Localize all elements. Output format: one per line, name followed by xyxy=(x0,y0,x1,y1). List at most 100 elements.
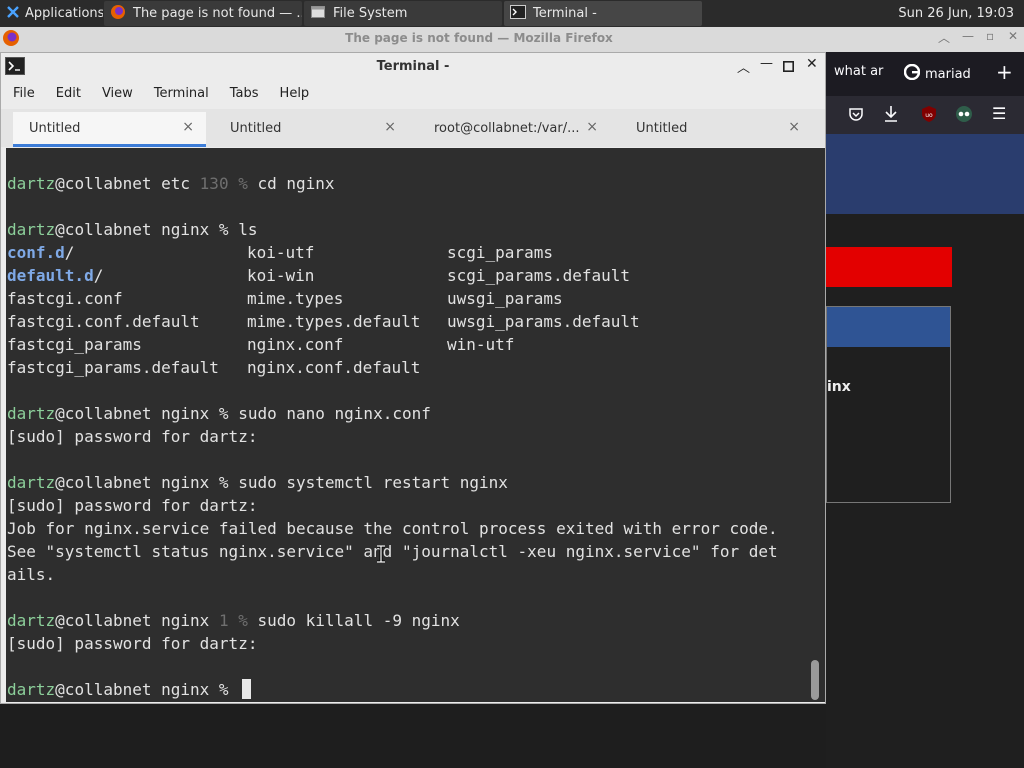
firefox-window-title: The page is not found — Mozilla Firefox xyxy=(345,31,613,45)
ls-row: fastcgi_params nginx.conf win-utf xyxy=(7,333,807,356)
terminal-tab-bar: Untitled × Untitled × root@collabnet:/va… xyxy=(1,109,825,147)
terminal-line: dartz@collabnet nginx % sudo systemctl r… xyxy=(7,471,508,494)
close-icon[interactable]: ✕ xyxy=(806,56,818,72)
task-label: Terminal - xyxy=(533,6,597,21)
menu-file[interactable]: File xyxy=(1,86,44,101)
ls-entry: win-utf xyxy=(447,335,515,354)
menu-view[interactable]: View xyxy=(90,86,142,101)
menu-tabs[interactable]: Tabs xyxy=(218,86,268,101)
ls-entry: fastcgi.conf xyxy=(7,289,123,308)
terminal-tab-1[interactable]: Untitled × xyxy=(13,112,206,147)
command-text: sudo systemctl restart nginx xyxy=(238,473,508,492)
applications-menu-button[interactable]: Applications ☰ xyxy=(0,1,103,26)
firefox-icon xyxy=(110,4,126,24)
terminal-error-line: Job for nginx.service failed because the… xyxy=(7,519,778,538)
terminal-error-line: See "systemctl status nginx.service" and… xyxy=(7,542,778,561)
menu-edit[interactable]: Edit xyxy=(44,86,90,101)
tab-label: what ar xyxy=(834,64,884,79)
ls-entry-dir: default.d xyxy=(7,266,94,285)
text-cursor xyxy=(242,679,252,699)
page-red-banner xyxy=(826,247,952,287)
pocket-icon[interactable] xyxy=(848,106,864,126)
terminal-line: dartz@collabnet nginx % xyxy=(7,678,252,701)
command-text: sudo nano nginx.conf xyxy=(238,404,431,423)
mouse-ibeam-cursor-icon xyxy=(376,544,386,567)
terminal-line: dartz@collabnet nginx 1 % sudo killall -… xyxy=(7,609,460,632)
ls-entry-suffix: / xyxy=(93,266,104,285)
close-tab-icon[interactable]: × xyxy=(586,119,598,135)
applications-label: Applications xyxy=(25,6,103,21)
download-icon[interactable] xyxy=(883,105,899,127)
terminal-tab-4[interactable]: Untitled × xyxy=(610,112,812,147)
prompt-user: dartz xyxy=(7,680,56,699)
scrollbar-thumb[interactable] xyxy=(811,660,819,700)
firefox-page-content: inx xyxy=(826,134,1024,768)
ls-row: conf.d/ koi-utf scgi_params xyxy=(7,241,807,264)
extension-icon[interactable] xyxy=(955,105,973,127)
task-file-system[interactable]: File System xyxy=(304,1,502,26)
ublock-icon[interactable]: uo xyxy=(920,105,938,127)
firefox-tab[interactable]: what ar xyxy=(826,64,898,84)
terminal-titlebar[interactable]: Terminal - ︿ — ✕ xyxy=(1,53,825,80)
page-panel: inx xyxy=(826,306,951,503)
close-icon[interactable]: ✕ xyxy=(1008,29,1018,43)
close-tab-icon[interactable]: × xyxy=(182,119,194,135)
command-text: sudo killall -9 nginx xyxy=(247,611,460,630)
task-terminal[interactable]: Terminal - xyxy=(504,1,702,26)
ls-entry-suffix: / xyxy=(64,243,75,262)
terminal-scrollbar[interactable] xyxy=(807,148,825,702)
terminal-screen[interactable]: dartz@collabnet etc 130 % cd nginx dartz… xyxy=(6,148,807,702)
ls-entry: mime.types xyxy=(247,289,344,308)
prompt-user: dartz xyxy=(7,220,56,239)
firefox-tab[interactable]: mariad xyxy=(904,64,974,84)
new-tab-icon[interactable]: + xyxy=(996,60,1013,84)
terminal-window-title: Terminal - xyxy=(376,59,450,74)
tab-label: root@collabnet:/var/... xyxy=(434,121,580,136)
ls-entry: scgi_params.default xyxy=(447,266,631,285)
terminal-menubar: File Edit View Terminal Tabs Help xyxy=(1,80,825,107)
prompt-user: dartz xyxy=(7,404,56,423)
ls-entry: koi-win xyxy=(247,266,315,285)
close-tab-icon[interactable]: × xyxy=(788,119,800,135)
ls-entry: scgi_params xyxy=(447,243,553,262)
ls-entry: nginx.conf xyxy=(247,335,344,354)
hamburger-menu-icon[interactable]: ☰ xyxy=(992,104,1006,123)
top-panel: Applications ☰ The page is not found — .… xyxy=(0,0,1024,27)
maximize-icon[interactable]: ▫ xyxy=(986,29,994,43)
ls-entry: nginx.conf.default xyxy=(247,358,421,377)
task-firefox[interactable]: The page is not found — ... xyxy=(104,1,302,26)
menu-terminal[interactable]: Terminal xyxy=(142,86,218,101)
prompt-user: dartz xyxy=(7,174,56,193)
close-tab-icon[interactable]: × xyxy=(384,119,396,135)
svg-text:uo: uo xyxy=(925,112,933,119)
terminal-tab-2[interactable]: Untitled × xyxy=(206,112,408,147)
command-text: ls xyxy=(238,220,258,239)
minimize-icon[interactable]: — xyxy=(760,56,773,71)
ls-entry: mime.types.default xyxy=(247,312,421,331)
minimize-icon[interactable]: — xyxy=(962,29,974,43)
ls-row: fastcgi_params.default nginx.conf.defaul… xyxy=(7,356,807,379)
prompt-user: dartz xyxy=(7,473,56,492)
terminal-output: [sudo] password for dartz: xyxy=(7,634,258,653)
chevron-up-icon[interactable]: ︿ xyxy=(938,29,950,46)
maximize-icon[interactable] xyxy=(783,57,794,76)
page-header-bar xyxy=(826,134,1024,214)
ls-row: fastcgi.conf.default mime.types.default … xyxy=(7,310,807,333)
page-panel-header xyxy=(827,307,950,347)
tab-label: Untitled xyxy=(29,121,81,136)
terminal-tab-3[interactable]: root@collabnet:/var/... × xyxy=(408,112,610,147)
command-text: cd nginx xyxy=(247,174,335,193)
firefox-toolbar: uo ☰ xyxy=(826,96,1024,134)
prompt-host: @collabnet nginx % xyxy=(55,473,239,492)
panel-clock[interactable]: Sun 26 Jun, 19:03 xyxy=(898,0,1014,27)
terminal-output: [sudo] password for dartz: xyxy=(7,427,258,446)
ls-entry: koi-utf xyxy=(247,243,315,262)
terminal-line: dartz@collabnet etc 130 % cd nginx xyxy=(7,172,335,195)
terminal-output: [sudo] password for dartz: xyxy=(7,496,258,515)
chevron-up-icon[interactable]: ︿ xyxy=(737,57,750,76)
tab-label: Untitled xyxy=(636,121,688,136)
prompt-host: @collabnet etc xyxy=(55,174,200,193)
google-icon xyxy=(904,64,921,84)
menu-help[interactable]: Help xyxy=(268,86,319,101)
prompt-host: @collabnet nginx % xyxy=(55,680,239,699)
